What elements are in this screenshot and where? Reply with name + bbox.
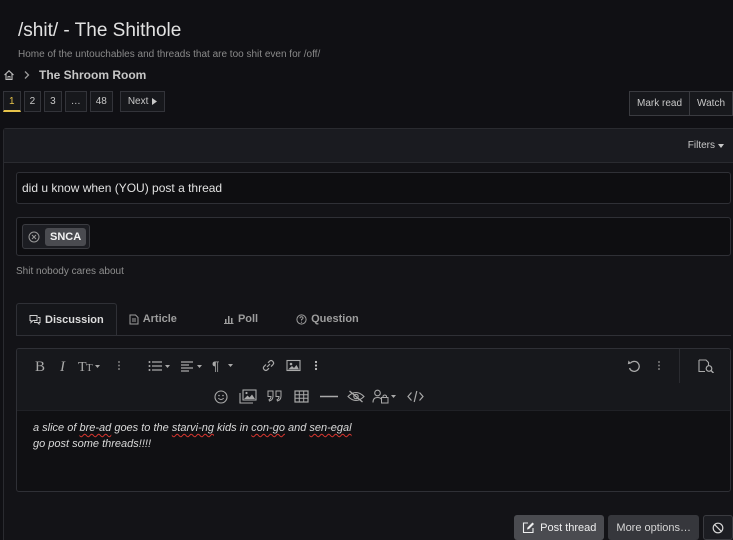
text-size-icon[interactable]: TT xyxy=(78,359,103,372)
more-text-options-icon[interactable] xyxy=(117,359,121,372)
more-insert-options-icon[interactable] xyxy=(314,359,318,372)
editor-line-1: a slice of bre-ad goes to the starvi-ng … xyxy=(33,422,352,434)
tab-question[interactable]: Question xyxy=(284,303,371,335)
page-link-48[interactable]: 48 xyxy=(89,91,113,112)
question-icon xyxy=(296,313,307,325)
tab-discussion[interactable]: Discussion xyxy=(16,303,117,335)
breadcrumb-current[interactable]: The Shroom Room xyxy=(39,68,146,82)
more-options-button[interactable]: More options… xyxy=(608,515,699,540)
next-page-button[interactable]: Next xyxy=(119,91,166,112)
page-link-1[interactable]: 1 xyxy=(3,91,21,112)
page-title: /shit/ - The Shithole xyxy=(18,20,182,41)
prefix-selector[interactable]: SNCA xyxy=(16,217,731,256)
quote-icon[interactable] xyxy=(267,389,283,403)
tab-discussion-label: Discussion xyxy=(45,313,104,326)
pencil-square-icon xyxy=(523,522,535,534)
form-buttons: Post thread More options… xyxy=(514,515,733,540)
breadcrumb: The Shroom Room xyxy=(3,67,146,83)
list-icon[interactable] xyxy=(148,360,173,372)
preview-icon xyxy=(697,359,714,373)
prefix-hint: Shit nobody cares about xyxy=(16,266,124,277)
next-label: Next xyxy=(127,96,149,107)
page-link-2[interactable]: 2 xyxy=(23,91,42,112)
misspelled-word: bre-ad xyxy=(79,422,112,434)
link-icon[interactable] xyxy=(261,359,276,372)
svg-text:¶: ¶ xyxy=(212,359,220,372)
undo-icon[interactable] xyxy=(627,359,642,373)
hide-content-icon[interactable] xyxy=(372,389,398,404)
prefix-label: SNCA xyxy=(45,227,87,246)
block-header: Filters xyxy=(4,129,733,163)
caret-down-icon xyxy=(718,143,724,148)
post-thread-button[interactable]: Post thread xyxy=(514,515,605,540)
remove-prefix-icon[interactable] xyxy=(28,231,40,243)
align-icon[interactable] xyxy=(180,360,205,372)
chevron-right-icon xyxy=(23,70,31,80)
watch-button[interactable]: Watch xyxy=(690,91,733,116)
editor-toolbar-row-1: B I TT ¶ xyxy=(17,349,730,383)
tab-article-label: Article xyxy=(142,313,177,325)
svg-text:B: B xyxy=(35,359,45,372)
filters-label: Filters xyxy=(687,140,715,151)
image-icon[interactable] xyxy=(286,359,301,372)
misspelled-word: starvi-ng xyxy=(171,422,214,434)
forum-actions: Mark read Watch xyxy=(629,91,733,116)
smilie-icon[interactable] xyxy=(214,390,228,404)
article-icon xyxy=(129,314,139,324)
editor-content[interactable]: a slice of bre-ad goes to the starvi-ng … xyxy=(17,411,730,461)
misspelled-word: sen-egal xyxy=(309,422,352,434)
misspelled-word: con-go xyxy=(251,422,285,434)
editor-toolbar-row-2 xyxy=(17,383,730,411)
home-icon[interactable] xyxy=(3,69,15,81)
poll-icon xyxy=(223,316,234,324)
post-thread-label: Post thread xyxy=(540,521,597,534)
code-icon[interactable] xyxy=(407,390,424,403)
comments-icon xyxy=(29,315,41,325)
table-icon[interactable] xyxy=(294,390,309,403)
tab-article[interactable]: Article xyxy=(117,303,189,335)
thread-title-input[interactable]: did u know when (YOU) post a thread xyxy=(16,172,731,204)
tab-question-label: Question xyxy=(311,313,359,325)
tab-poll-label: Poll xyxy=(237,313,259,325)
forum-description: Home of the untouchables and threads tha… xyxy=(18,49,321,60)
prefix-chip: SNCA xyxy=(22,224,91,249)
gallery-icon[interactable] xyxy=(239,389,257,404)
svg-text:T: T xyxy=(86,362,93,372)
editor-line-2: go post some threads!!!! xyxy=(33,438,152,450)
pagination: 1 2 3 … 48 Next xyxy=(3,91,166,112)
cancel-button[interactable] xyxy=(703,515,733,540)
filters-button[interactable]: Filters xyxy=(688,140,724,151)
page-link-3[interactable]: 3 xyxy=(44,91,62,112)
bold-icon[interactable]: B xyxy=(35,359,46,372)
spoiler-icon[interactable] xyxy=(347,390,365,403)
horizontal-line-icon[interactable] xyxy=(320,395,338,398)
italic-icon[interactable]: I xyxy=(59,359,68,372)
post-thread-block: Filters did u know when (YOU) post a thr… xyxy=(3,128,733,540)
page-skip[interactable]: … xyxy=(64,91,87,112)
ban-icon xyxy=(712,522,724,533)
thread-type-tabs: Discussion Article Poll Question xyxy=(16,303,731,336)
svg-text:I: I xyxy=(59,359,66,372)
more-history-options-icon[interactable] xyxy=(657,359,661,372)
preview-button[interactable] xyxy=(679,349,730,383)
tab-poll[interactable]: Poll xyxy=(211,303,270,335)
mark-read-button[interactable]: Mark read xyxy=(629,91,691,116)
message-editor: B I TT ¶ a slice of bre-ad goes to the s… xyxy=(16,348,731,492)
caret-right-icon xyxy=(152,98,158,105)
paragraph-icon[interactable]: ¶ xyxy=(212,359,236,372)
